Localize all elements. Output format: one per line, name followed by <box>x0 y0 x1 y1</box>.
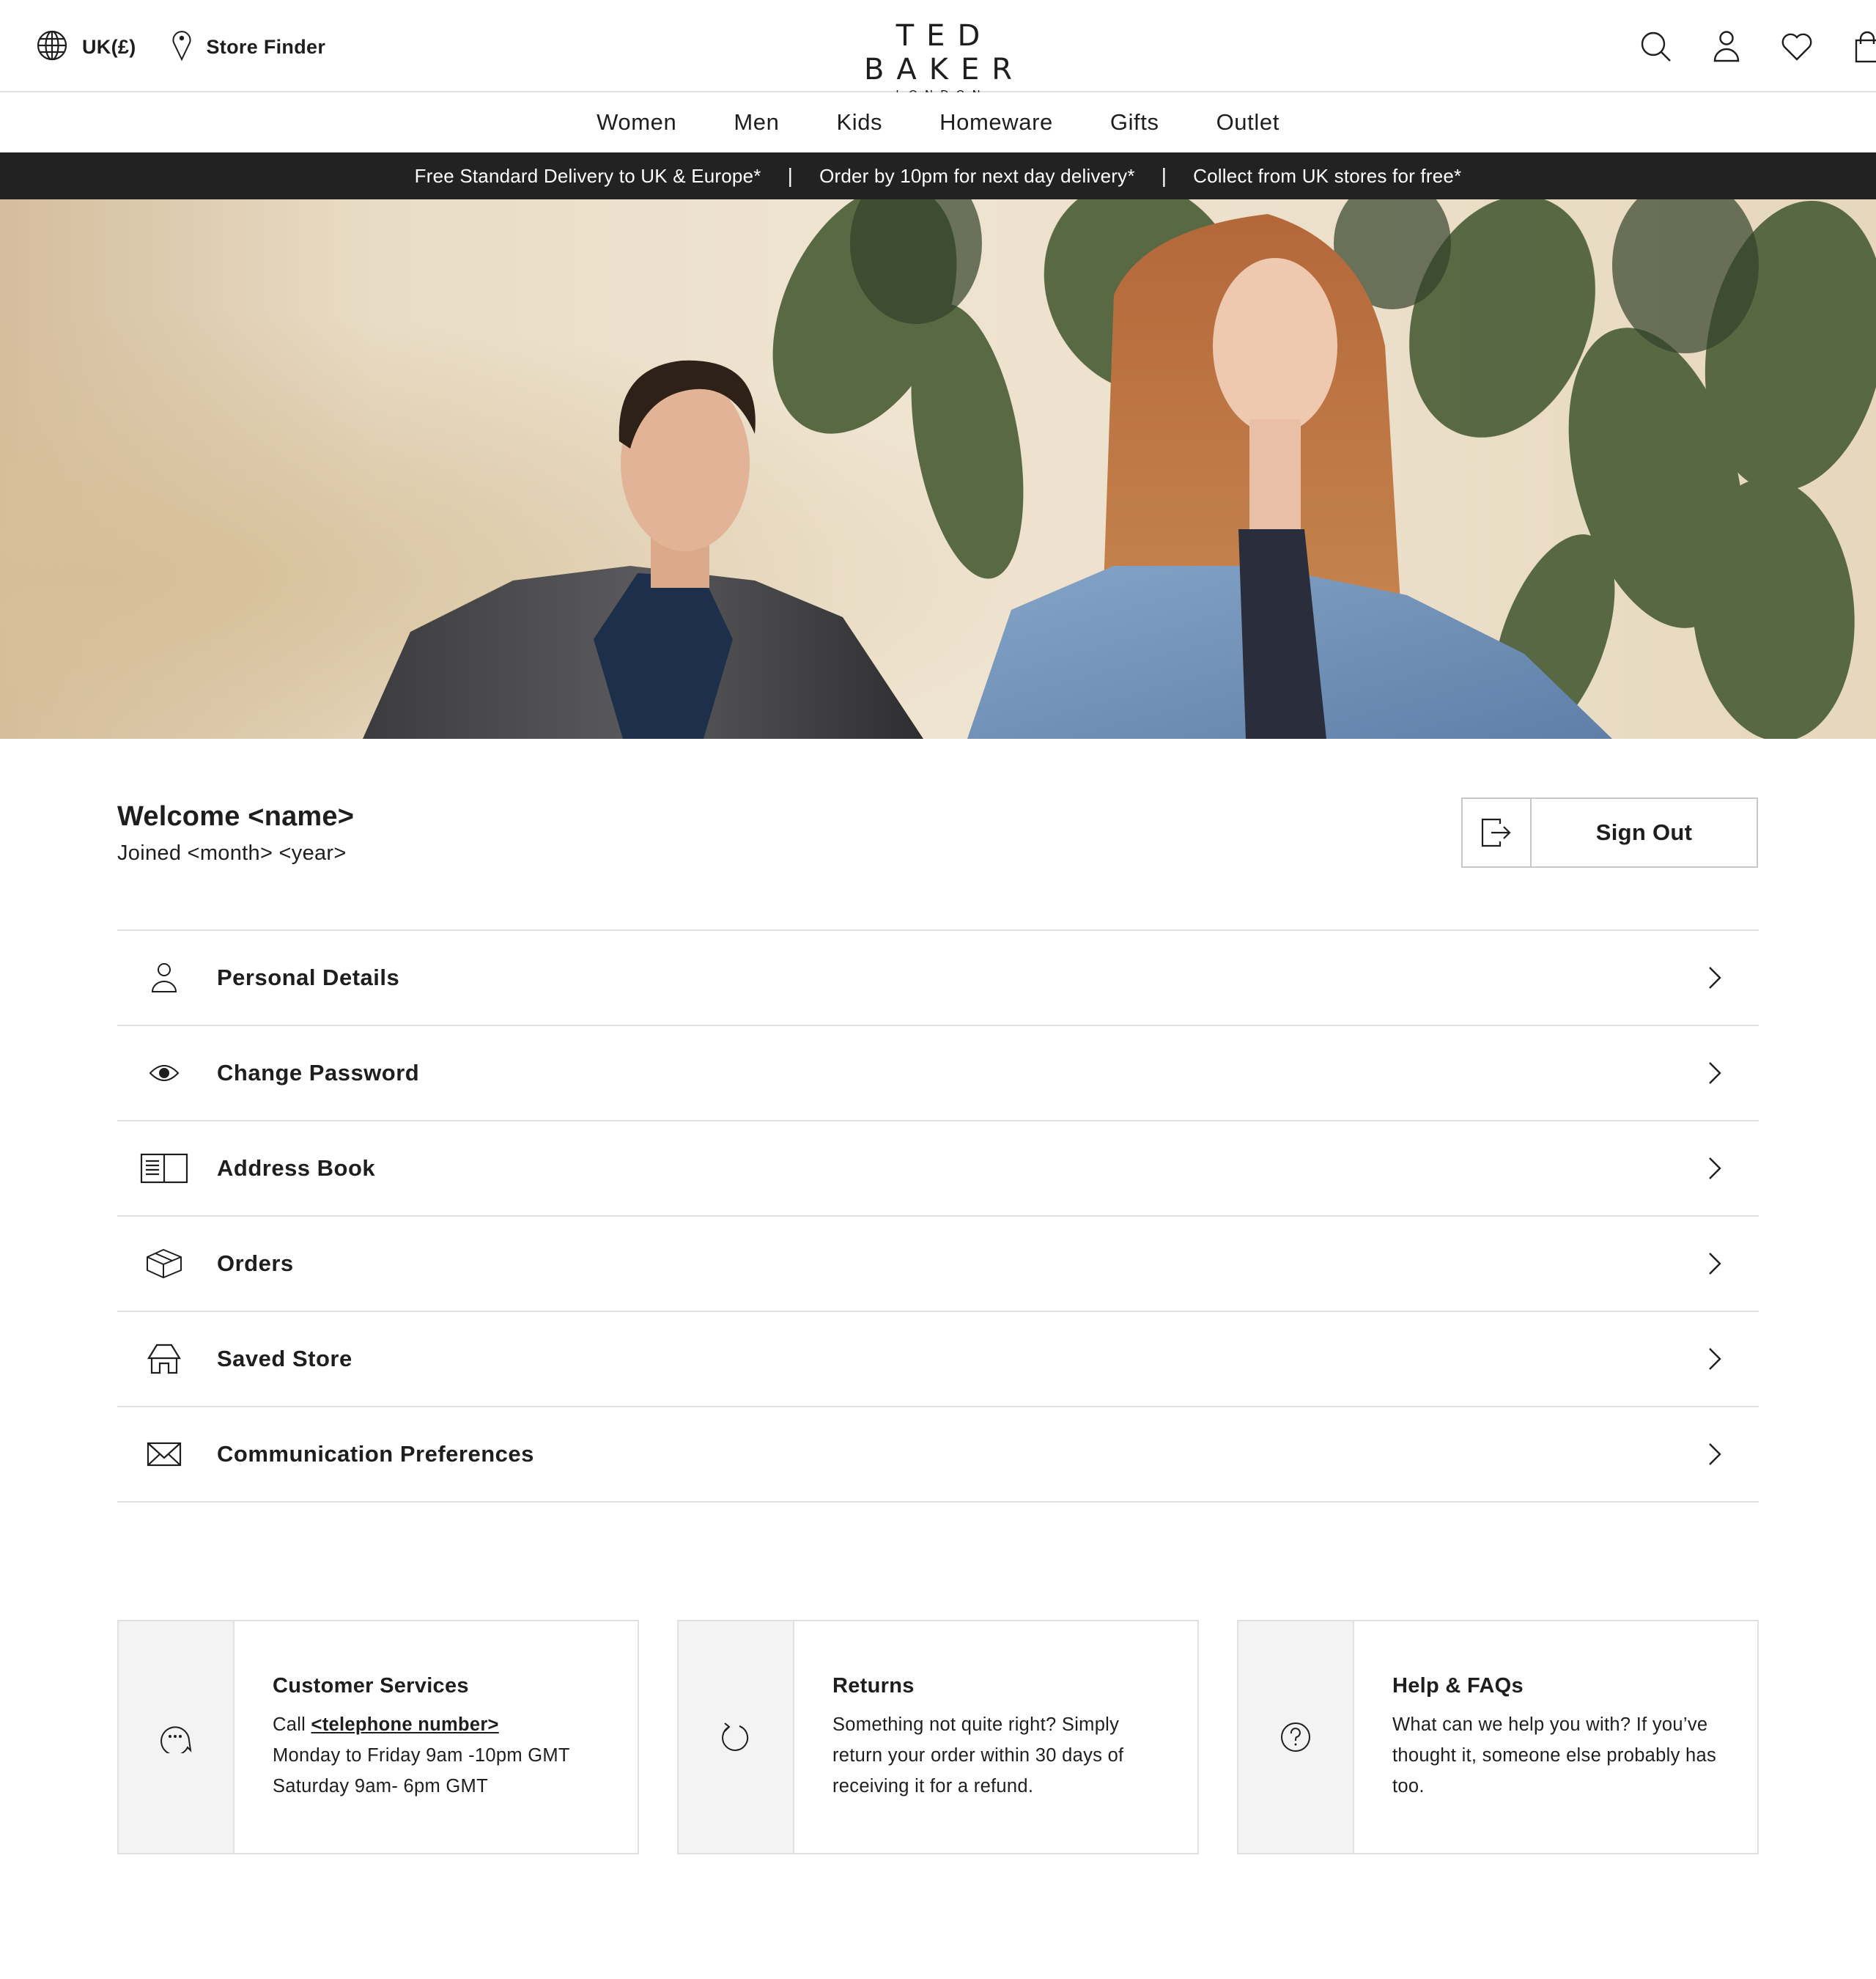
welcome-section: Welcome <name> Joined <month> <year> <box>117 799 354 866</box>
welcome-heading: Welcome <name> <box>117 801 355 832</box>
card-text: Call <telephone number> Monday to Friday… <box>273 1709 638 1802</box>
card-body: Customer Services Call <telephone number… <box>234 1621 638 1853</box>
weekday-hours: Monday to Friday 9am -10pm GMT <box>273 1745 570 1766</box>
return-arrow-icon <box>722 1722 749 1751</box>
nav-homeware[interactable]: Homeware <box>939 109 1053 136</box>
nav-gifts[interactable]: Gifts <box>1110 109 1159 136</box>
call-prefix: Call <box>273 1714 306 1735</box>
returns-card: Returns Something not quite right? Simpl… <box>677 1620 1199 1854</box>
account-item-saved-store[interactable]: Saved Store <box>117 1312 1759 1407</box>
account-item-orders[interactable]: Orders <box>117 1217 1759 1312</box>
nav-outlet[interactable]: Outlet <box>1216 109 1279 136</box>
promo-collect[interactable]: Collect from UK stores for free* <box>1193 165 1461 188</box>
card-body: Help & FAQs What can we help you with? I… <box>1354 1621 1757 1853</box>
chevron-right-icon <box>1706 1155 1724 1182</box>
top-header: UK(£) Store Finder TED BAKER LONDON <box>0 0 1876 101</box>
nav-men[interactable]: Men <box>734 109 779 136</box>
nav-kids[interactable]: Kids <box>836 109 882 136</box>
promo-bar: Free Standard Delivery to UK & Europe* |… <box>0 152 1876 199</box>
brand-logo[interactable]: TED BAKER LONDON <box>843 19 1033 101</box>
card-icon-cell <box>119 1621 234 1853</box>
chevron-right-icon <box>1706 1441 1724 1467</box>
address-book-icon <box>117 1121 217 1215</box>
card-text: Something not quite right? Simply return… <box>832 1714 1124 1796</box>
sign-out-button[interactable]: Sign Out <box>1461 797 1758 868</box>
help-faqs-card: Help & FAQs What can we help you with? I… <box>1237 1620 1759 1854</box>
joined-date: Joined <month> <year> <box>117 841 347 865</box>
chat-bubble-icon <box>160 1726 192 1753</box>
card-body: Returns Something not quite right? Simpl… <box>794 1621 1197 1853</box>
sign-out-icon-cell <box>1463 799 1532 866</box>
location-pin-icon <box>171 30 192 65</box>
card-title: Customer Services <box>273 1674 469 1698</box>
sign-out-label: Sign Out <box>1595 819 1693 845</box>
saturday-hours: Saturday 9am- 6pm GMT <box>273 1776 488 1796</box>
sign-out-icon <box>1481 818 1511 847</box>
account-item-label: Orders <box>217 1250 294 1276</box>
header-left-links: UK(£) Store Finder <box>37 29 325 65</box>
card-title: Help & FAQs <box>1392 1674 1524 1698</box>
logo-wordmark: TED BAKER <box>863 19 1025 86</box>
info-cards: Customer Services Call <telephone number… <box>117 1620 1759 1854</box>
globe-icon <box>37 30 67 65</box>
hero-illustration <box>0 199 1876 739</box>
region-selector[interactable]: UK(£) <box>37 30 136 65</box>
account-icon[interactable] <box>1706 26 1747 67</box>
chevron-right-icon <box>1706 1060 1724 1086</box>
account-item-address-book[interactable]: Address Book <box>117 1121 1759 1217</box>
account-item-communication-preferences[interactable]: Communication Preferences <box>117 1407 1759 1503</box>
account-item-label: Change Password <box>217 1060 420 1086</box>
wishlist-heart-icon[interactable] <box>1776 26 1817 67</box>
hero-banner-image <box>0 199 1876 739</box>
card-text: What can we help you with? If you’ve tho… <box>1392 1714 1717 1796</box>
nav-women[interactable]: Women <box>597 109 676 136</box>
store-icon <box>117 1312 217 1406</box>
envelope-icon <box>117 1407 217 1501</box>
chevron-right-icon <box>1706 965 1724 991</box>
search-icon[interactable] <box>1636 26 1677 67</box>
store-finder-label: Store Finder <box>206 35 326 58</box>
main-nav: Women Men Kids Homeware Gifts Outlet <box>0 92 1876 152</box>
customer-services-card: Customer Services Call <telephone number… <box>117 1620 639 1854</box>
shopping-bag-icon[interactable] <box>1847 26 1876 67</box>
chevron-right-icon <box>1706 1250 1724 1277</box>
chevron-right-icon <box>1706 1346 1724 1372</box>
store-finder-link[interactable]: Store Finder <box>171 30 326 65</box>
card-title: Returns <box>832 1674 915 1698</box>
card-icon-cell <box>1238 1621 1354 1853</box>
eye-icon <box>117 1026 217 1120</box>
account-item-label: Communication Preferences <box>217 1441 534 1467</box>
account-item-label: Address Book <box>217 1155 376 1181</box>
promo-separator: | <box>787 164 794 187</box>
account-item-label: Saved Store <box>217 1346 352 1371</box>
telephone-link[interactable]: <telephone number> <box>311 1714 499 1735</box>
promo-delivery[interactable]: Free Standard Delivery to UK & Europe* <box>415 165 761 188</box>
account-item-label: Personal Details <box>217 965 400 990</box>
promo-next-day[interactable]: Order by 10pm for next day delivery* <box>819 165 1135 188</box>
card-icon-cell <box>679 1621 794 1853</box>
account-item-change-password[interactable]: Change Password <box>117 1026 1759 1121</box>
help-question-icon <box>1281 1722 1310 1752</box>
person-icon <box>117 931 217 1025</box>
account-menu: Personal Details Change Password Address… <box>117 929 1759 1503</box>
region-label: UK(£) <box>82 35 136 58</box>
promo-separator: | <box>1161 164 1167 187</box>
box-icon <box>117 1217 217 1311</box>
account-item-personal-details[interactable]: Personal Details <box>117 931 1759 1026</box>
